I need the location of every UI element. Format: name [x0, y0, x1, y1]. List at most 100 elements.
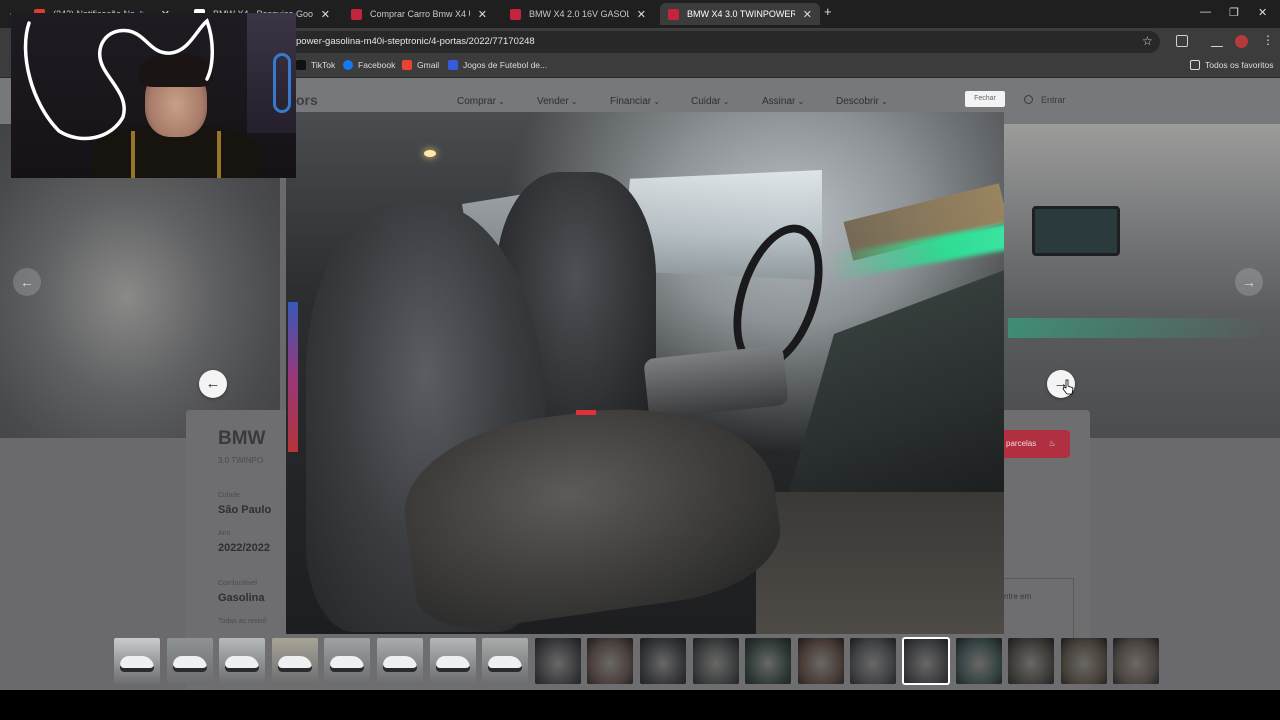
browser-tab[interactable]: BMW X4 2.0 16V GASOLINA XD ✕	[502, 3, 654, 25]
thumbnail-car-shape	[383, 656, 417, 672]
tiktok-icon	[296, 60, 306, 70]
photo-dome-light	[424, 150, 436, 157]
gamepad-icon	[448, 60, 458, 70]
gallery-thumbnail[interactable]	[377, 638, 423, 684]
bottom-black-bar	[0, 690, 1280, 720]
gallery-thumbnail[interactable]	[640, 638, 686, 684]
city-label: Cidade	[218, 492, 241, 499]
thumbnail-car-shape	[488, 656, 522, 672]
gallery-thumbnail[interactable]	[798, 638, 844, 684]
gallery-thumbnail[interactable]	[482, 638, 528, 684]
webcam-overlay	[11, 13, 296, 178]
chrome-menu-icon[interactable]: ⋮	[1262, 33, 1274, 47]
tab-favicon-icon	[351, 8, 362, 20]
gallery-prev-arrow-icon[interactable]: ←	[199, 370, 227, 398]
gallery-thumbnail[interactable]	[114, 638, 160, 684]
extensions-icon[interactable]	[1176, 35, 1188, 47]
photo-floor-mat	[756, 492, 1004, 634]
bookmark-facebook[interactable]: Facebook	[343, 60, 395, 70]
minimize-icon[interactable]: —	[1200, 6, 1211, 18]
thumbnail-car-shape	[330, 656, 364, 672]
nav-comprar[interactable]: Comprar	[457, 96, 505, 107]
user-icon	[1024, 95, 1033, 104]
gallery-thumbnail[interactable]	[1008, 638, 1054, 684]
gallery-thumbnail[interactable]	[745, 638, 791, 684]
gallery-thumbnail[interactable]	[1113, 638, 1159, 684]
background-prev-arrow-icon[interactable]: ←	[13, 268, 41, 296]
window-close-icon[interactable]: ✕	[1258, 6, 1267, 19]
tab-title: Comprar Carro Bmw X4 Usado	[370, 9, 470, 19]
thumbnail-car-shape	[225, 656, 259, 672]
tab-favicon-icon	[510, 8, 521, 20]
maximize-icon[interactable]: ❐	[1229, 6, 1239, 19]
gallery-thumbnail[interactable]	[1061, 638, 1107, 684]
thumbnail-car-shape	[278, 656, 312, 672]
parcelas-label: parcelas	[1006, 439, 1037, 448]
profile-avatar-icon[interactable]	[1235, 35, 1248, 48]
facebook-icon	[343, 60, 353, 70]
gallery-thumbnail[interactable]	[587, 638, 633, 684]
bookmark-star-icon[interactable]: ☆	[1142, 34, 1153, 48]
gallery-thumbnail[interactable]	[535, 638, 581, 684]
gallery-main-photo	[286, 112, 1004, 634]
tab-title: BMW X4 3.0 TWINPOWER GAS	[687, 9, 795, 19]
year-value: 2022/2022	[218, 542, 270, 554]
tab-close-icon[interactable]: ✕	[478, 8, 487, 21]
close-gallery-button[interactable]: Fechar	[965, 91, 1005, 107]
site-logo[interactable]: ors	[296, 92, 318, 108]
gallery-thumbnail[interactable]	[850, 638, 896, 684]
gallery-thumbnail[interactable]	[219, 638, 265, 684]
mouse-hand-cursor-icon	[1062, 379, 1074, 395]
tab-favicon-icon	[668, 8, 679, 20]
bookmark-label: Gmail	[417, 60, 440, 70]
nav-cuidar[interactable]: Cuidar	[691, 96, 729, 107]
parcelas-button[interactable]: parcelas ♨	[1004, 430, 1070, 458]
login-link[interactable]: Entrar	[1024, 95, 1066, 105]
background-ambient-light	[1008, 318, 1268, 338]
bookmark-label: Facebook	[358, 60, 396, 70]
year-label: Ano	[218, 530, 231, 537]
nav-assinar[interactable]: Assinar	[762, 96, 804, 107]
thumbnail-car-shape	[120, 656, 154, 672]
bookmark-gmail[interactable]: Gmail	[402, 60, 439, 70]
nav-vender[interactable]: Vender	[537, 96, 578, 107]
gallery-thumbnail[interactable]	[956, 638, 1002, 684]
nav-financiar[interactable]: Financiar	[610, 96, 660, 107]
gallery-thumbnail-strip	[114, 637, 1164, 685]
nav-descobrir[interactable]: Descobrir	[836, 96, 888, 107]
thumbnail-car-shape	[436, 656, 470, 672]
tab-title: BMW X4 2.0 16V GASOLINA XD	[529, 9, 629, 19]
revision-note: Todas as revisõ	[218, 618, 267, 625]
fuel-label: Combustível	[218, 580, 257, 587]
media-control-icon[interactable]	[1211, 35, 1223, 47]
browser-tab[interactable]: BMW X4 3.0 TWINPOWER GAS ✕	[660, 3, 820, 25]
webcam-drawing-overlay	[23, 18, 214, 141]
photo-seatbelt-buckle	[576, 410, 596, 415]
gallery-thumbnail[interactable]	[324, 638, 370, 684]
screen: ⌄ (243) Notificação No Tela -🔈✕BMW X4 - …	[0, 0, 1280, 720]
car-subtitle: 3.0 TWINPO	[218, 456, 264, 465]
new-tab-plus-icon[interactable]: +	[824, 4, 832, 19]
bookmark-tiktok[interactable]: TikTok	[296, 60, 335, 70]
city-value: São Paulo	[218, 504, 272, 516]
gallery-thumbnail[interactable]	[902, 637, 950, 685]
contact-text: ntre em	[1004, 592, 1032, 601]
tab-close-icon[interactable]: ✕	[321, 8, 330, 21]
background-next-arrow-icon[interactable]: →	[1235, 268, 1263, 296]
all-bookmarks-folder[interactable]: Todos os favoritos	[1190, 60, 1274, 70]
tab-close-icon[interactable]: ✕	[803, 8, 812, 21]
url-bar[interactable]: power-gasolina-m40i-steptronic/4-portas/…	[280, 31, 1160, 53]
gallery-thumbnail[interactable]	[272, 638, 318, 684]
gallery-thumbnail[interactable]	[430, 638, 476, 684]
gallery-thumbnail[interactable]	[167, 638, 213, 684]
tab-close-icon[interactable]: ✕	[637, 8, 646, 21]
thumbnail-car-shape	[173, 656, 207, 672]
fuel-value: Gasolina	[218, 592, 265, 604]
folder-icon	[1190, 60, 1200, 70]
bookmark-label: TikTok	[311, 60, 336, 70]
gallery-thumbnail[interactable]	[693, 638, 739, 684]
bookmark-label: Jogos de Futebol de...	[463, 60, 548, 70]
all-bookmarks-label: Todos os favoritos	[1205, 60, 1274, 70]
browser-tab[interactable]: Comprar Carro Bmw X4 Usado ✕	[343, 3, 495, 25]
bookmark-jogos-futebol[interactable]: Jogos de Futebol de...	[448, 60, 547, 70]
